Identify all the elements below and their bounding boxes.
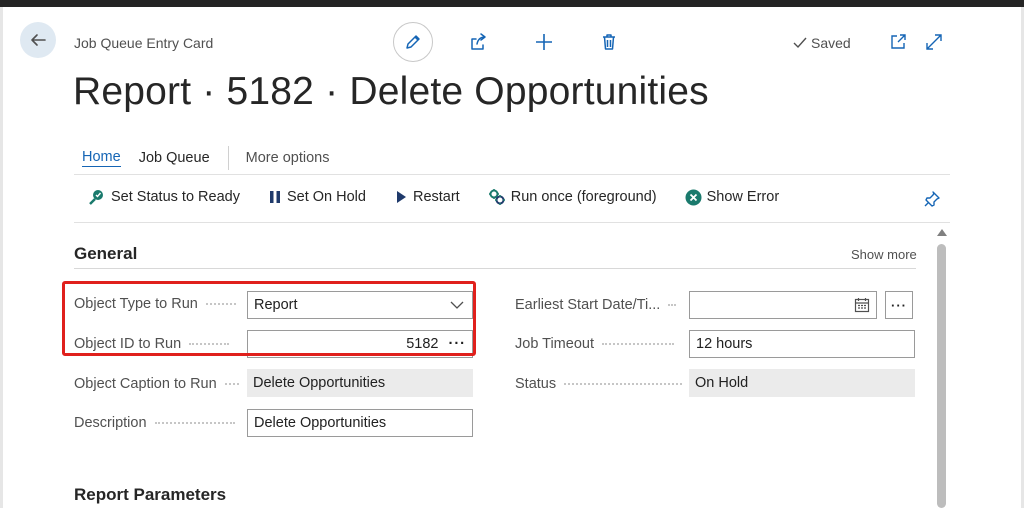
- action-label: Set Status to Ready: [111, 189, 240, 205]
- pin-action-bar-button[interactable]: [923, 190, 941, 213]
- job-timeout-label-text: Job Timeout: [515, 336, 594, 352]
- edit-button[interactable]: [393, 22, 433, 62]
- set-on-hold-action[interactable]: Set On Hold: [268, 189, 366, 205]
- set-status-ready-action[interactable]: Set Status to Ready: [88, 188, 240, 206]
- scroll-up-arrow[interactable]: [937, 229, 947, 236]
- label-dots: [602, 343, 674, 345]
- set-status-icon: [89, 190, 103, 205]
- label-dots: [668, 304, 677, 306]
- run-once-action[interactable]: Run once (foreground): [488, 188, 657, 206]
- breadcrumb: Job Queue Entry Card: [74, 35, 214, 51]
- pause-icon: [269, 191, 280, 203]
- status-label: Status: [515, 376, 683, 392]
- new-button[interactable]: [533, 31, 555, 53]
- highlight-box: [62, 281, 476, 356]
- expand-icon: [926, 34, 942, 50]
- pencil-icon: [406, 35, 420, 49]
- object-caption-label: Object Caption to Run: [74, 376, 239, 392]
- plus-icon: [536, 34, 552, 50]
- checkmark-icon: [793, 37, 807, 49]
- action-label: Show Error: [706, 189, 780, 205]
- object-caption-label-text: Object Caption to Run: [74, 376, 217, 392]
- play-icon: [396, 191, 406, 203]
- job-timeout-label: Job Timeout: [515, 336, 674, 352]
- description-label: Description: [74, 415, 235, 431]
- open-new-window-button[interactable]: [888, 32, 908, 52]
- run-once-icon: [488, 189, 505, 205]
- status-field: On Hold: [689, 369, 915, 397]
- section-divider: [74, 268, 916, 269]
- tab-more-options[interactable]: More options: [246, 150, 330, 166]
- restart-action[interactable]: Restart: [394, 189, 460, 205]
- section-title-report-parameters[interactable]: Report Parameters: [74, 485, 226, 505]
- action-label: Run once (foreground): [510, 189, 657, 205]
- show-error-action[interactable]: Show Error: [685, 189, 780, 206]
- earliest-start-label: Earliest Start Date/Ti...: [515, 297, 677, 313]
- scrollbar-thumb[interactable]: [937, 244, 946, 508]
- divider: [74, 174, 950, 175]
- status-label-text: Status: [515, 376, 557, 392]
- page-title: Report · 5182 · Delete Opportunities: [73, 70, 709, 113]
- pin-icon: [924, 191, 940, 207]
- section-title-general[interactable]: General: [74, 244, 137, 264]
- delete-button[interactable]: [598, 31, 620, 53]
- label-dots: [224, 383, 239, 385]
- object-caption-field: Delete Opportunities: [247, 369, 473, 397]
- object-caption-value: Delete Opportunities: [253, 375, 386, 391]
- label-dots: [154, 422, 235, 424]
- label-dots: [564, 383, 683, 385]
- tab-home[interactable]: Home: [82, 149, 121, 167]
- share-icon: [471, 33, 486, 50]
- open-new-window-icon: [891, 34, 906, 49]
- description-value: Delete Opportunities: [254, 415, 387, 431]
- window-top-bar: [0, 0, 1024, 7]
- tab-job-queue[interactable]: Job Queue: [139, 150, 210, 166]
- divider: [74, 222, 950, 223]
- tab-divider: [227, 146, 229, 170]
- status-value: On Hold: [695, 375, 749, 391]
- action-label: Set On Hold: [286, 189, 366, 205]
- description-label-text: Description: [74, 415, 147, 431]
- action-bar: Set Status to Ready Set On Hold Restart …: [88, 188, 807, 206]
- share-button[interactable]: [467, 31, 489, 53]
- back-button[interactable]: [20, 22, 56, 58]
- job-timeout-value: 12 hours: [696, 336, 753, 352]
- expand-button[interactable]: [923, 31, 945, 53]
- trash-icon: [603, 34, 615, 50]
- description-input[interactable]: Delete Opportunities: [247, 409, 473, 437]
- job-timeout-input[interactable]: 12 hours: [689, 330, 915, 358]
- action-label: Restart: [412, 189, 460, 205]
- saved-label: Saved: [811, 35, 851, 51]
- earliest-start-input[interactable]: [689, 291, 877, 319]
- calendar-icon[interactable]: [854, 297, 870, 313]
- earliest-start-more-button[interactable]: ···: [885, 291, 913, 319]
- show-more-link[interactable]: Show more: [851, 247, 917, 262]
- left-edge: [0, 7, 3, 508]
- action-tabs: Home Job Queue More options: [82, 146, 347, 170]
- arrow-left-icon: [31, 34, 46, 46]
- error-icon: [685, 189, 702, 205]
- saved-status: Saved: [792, 35, 851, 51]
- earliest-start-label-text: Earliest Start Date/Ti...: [515, 297, 661, 313]
